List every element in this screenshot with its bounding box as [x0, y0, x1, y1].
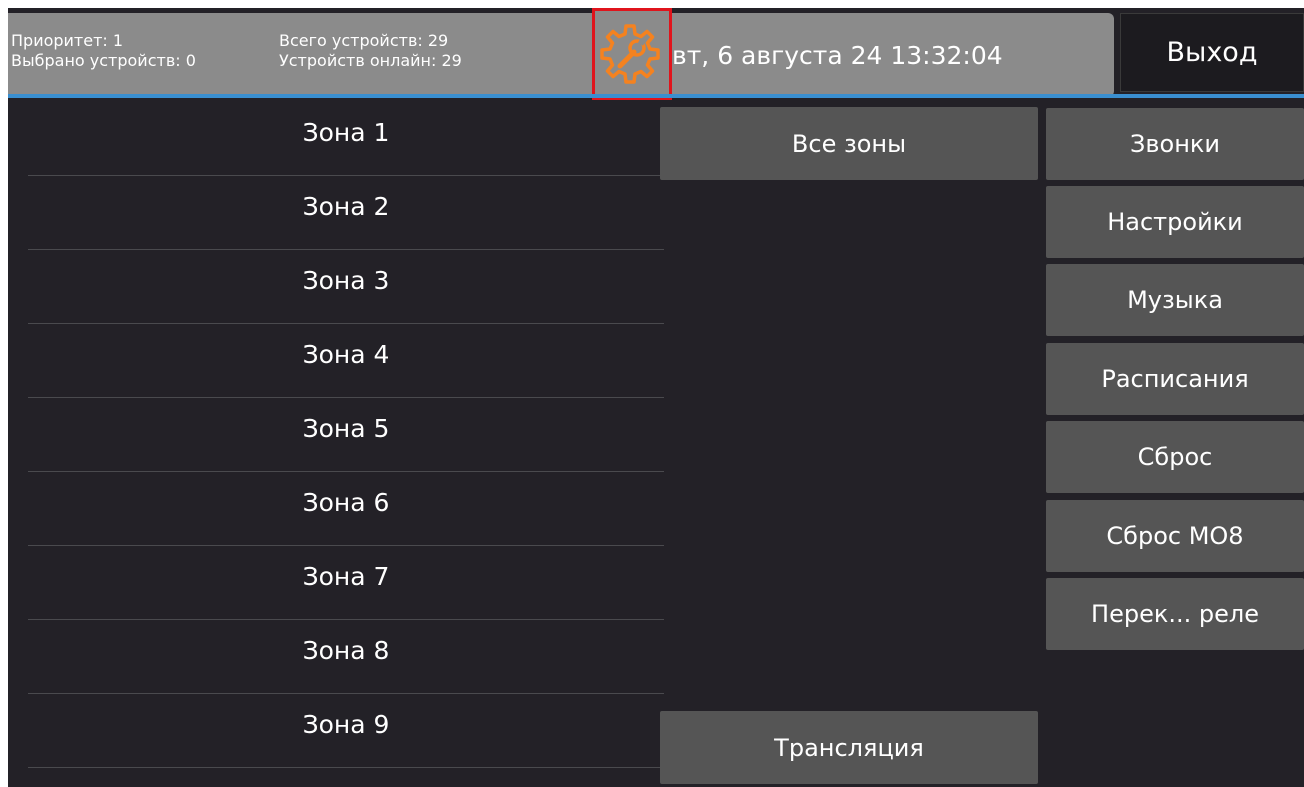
total-devices-text: Всего устройств: 29	[279, 31, 449, 50]
settings-menu-button[interactable]: Настройки	[1046, 186, 1304, 258]
selected-devices-text: Выбрано устройств: 0	[11, 51, 196, 70]
datetime-display: вт, 6 августа 24 13:32:04	[672, 13, 1114, 97]
status-column-left: Приоритет: 1 Выбрано устройств: 0	[11, 31, 196, 71]
zone-item-4[interactable]: Зона 4	[28, 324, 664, 398]
calls-button[interactable]: Звонки	[1046, 108, 1304, 180]
music-button[interactable]: Музыка	[1046, 264, 1304, 336]
status-panel: Приоритет: 1 Выбрано устройств: 0 Всего …	[8, 13, 592, 97]
priority-text: Приоритет: 1	[11, 31, 124, 50]
zone-item-9[interactable]: Зона 9	[28, 694, 664, 768]
status-column-right: Всего устройств: 29 Устройств онлайн: 29	[279, 31, 462, 71]
all-zones-button[interactable]: Все зоны	[660, 107, 1038, 180]
schedules-button[interactable]: Расписания	[1046, 343, 1304, 415]
app-screen: Приоритет: 1 Выбрано устройств: 0 Всего …	[8, 8, 1304, 787]
reset-button[interactable]: Сброс	[1046, 421, 1304, 493]
settings-button[interactable]	[592, 8, 672, 100]
zone-item-7[interactable]: Зона 7	[28, 546, 664, 620]
zone-item-6[interactable]: Зона 6	[28, 472, 664, 546]
reset-mo8-button[interactable]: Сброс МО8	[1046, 500, 1304, 572]
zone-item-8[interactable]: Зона 8	[28, 620, 664, 694]
zone-item-2[interactable]: Зона 2	[28, 176, 664, 250]
relay-switch-button[interactable]: Перек... реле	[1046, 578, 1304, 650]
exit-button[interactable]: Выход	[1120, 13, 1304, 92]
header-divider	[8, 94, 1304, 98]
zone-item-5[interactable]: Зона 5	[28, 398, 664, 472]
zone-item-3[interactable]: Зона 3	[28, 250, 664, 324]
gear-wrench-icon	[600, 24, 660, 84]
broadcast-button[interactable]: Трансляция	[660, 711, 1038, 784]
zone-item-1[interactable]: Зона 1	[28, 102, 664, 176]
online-devices-text: Устройств онлайн: 29	[279, 51, 462, 70]
